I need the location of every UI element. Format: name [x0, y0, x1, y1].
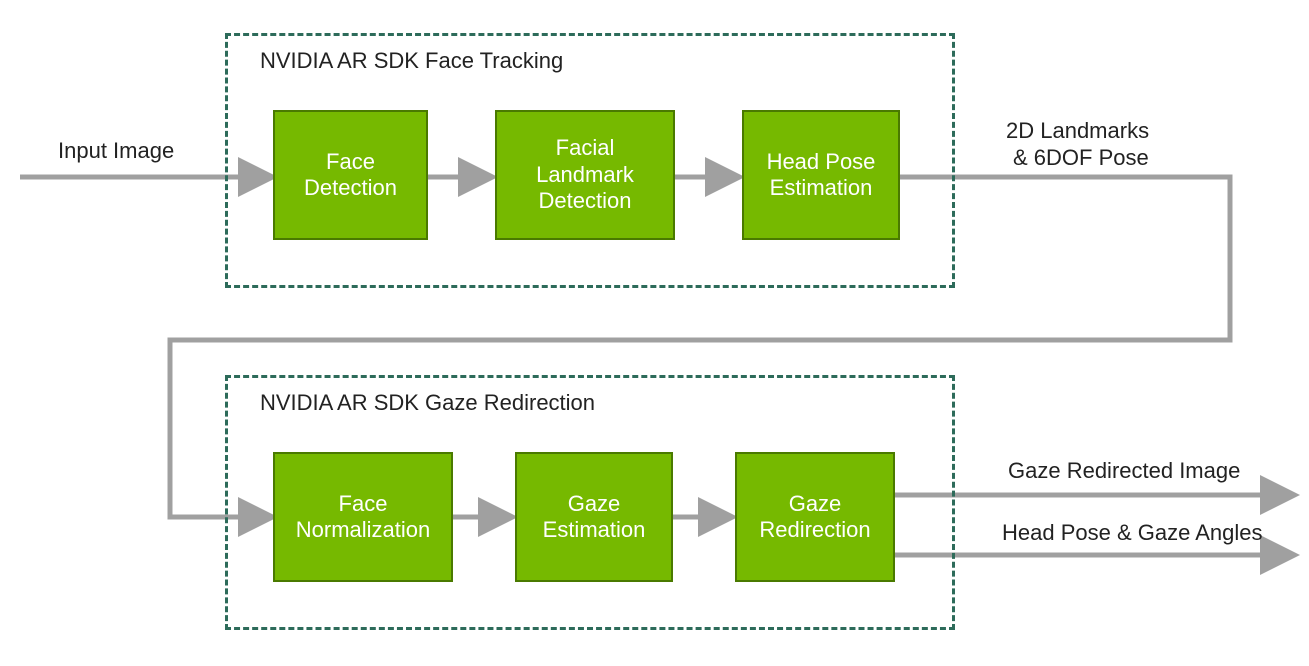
- output1-line1: 2D Landmarks: [1006, 118, 1149, 144]
- box-gaze-redirection: Gaze Redirection: [735, 452, 895, 582]
- container2-title: NVIDIA AR SDK Gaze Redirection: [260, 390, 595, 416]
- box-head-pose-estimation: Head Pose Estimation: [742, 110, 900, 240]
- box-gaze-estimation: Gaze Estimation: [515, 452, 673, 582]
- box-face-normalization: Face Normalization: [273, 452, 453, 582]
- box-face-detection: Face Detection: [273, 110, 428, 240]
- container1-title: NVIDIA AR SDK Face Tracking: [260, 48, 563, 74]
- output2b-label: Head Pose & Gaze Angles: [1002, 520, 1263, 546]
- output1-line2: & 6DOF Pose: [1013, 145, 1149, 171]
- box-facial-landmark-detection: Facial Landmark Detection: [495, 110, 675, 240]
- input-label: Input Image: [58, 138, 174, 164]
- output2a-label: Gaze Redirected Image: [1008, 458, 1240, 484]
